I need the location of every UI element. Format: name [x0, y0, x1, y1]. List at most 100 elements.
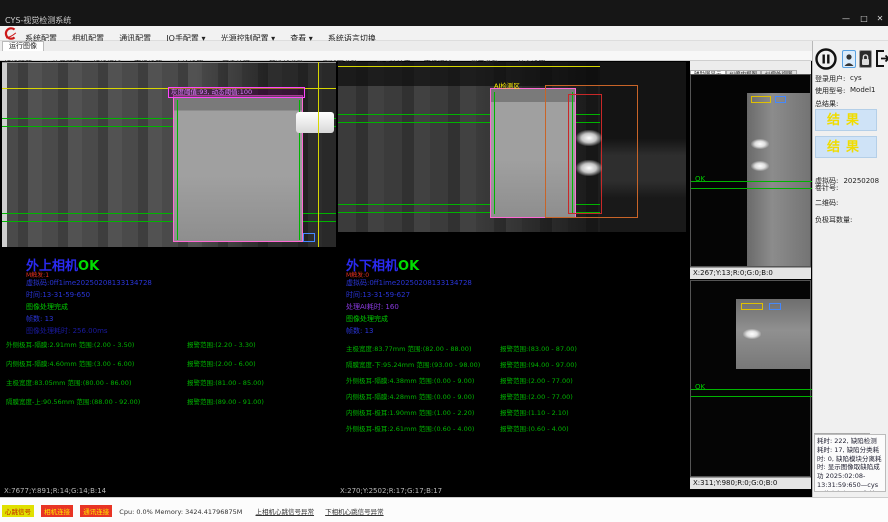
preview-view-2[interactable]: OK: [690, 280, 811, 477]
green-measure-line: [691, 389, 812, 390]
measurement-row: 内侧极耳-极耳:1.90mm 范围:(1.00 - 2.20): [346, 407, 474, 417]
measurement-row: 内侧极耳-隔膜:4.28mm 范围:(0.00 - 9.00): [346, 391, 474, 401]
info-tab-strip: 运行信息抛废信息辅助信息: [814, 424, 886, 434]
top-edge-line: [2, 62, 336, 63]
maximize-button[interactable]: □: [856, 13, 872, 25]
time-line: 时间:13-31-59-627: [346, 290, 410, 300]
heartbeat-status-badge: 心跳信号: [2, 505, 34, 517]
alarm-range: 报警范围:(2.00 - 6.00): [187, 358, 256, 368]
tag-marker-yellow: [751, 96, 771, 103]
pause-button[interactable]: [815, 48, 837, 70]
logout-icon: [875, 49, 888, 68]
green-edge-line: [177, 100, 178, 240]
glare-spot: [751, 139, 769, 149]
result-ok: OK: [398, 259, 419, 274]
pixel-coordinates-readout: X:267;Y:13;R:0;G:0;B:0: [690, 267, 811, 279]
green-measure-line: [691, 188, 812, 189]
ai-detect-rect-inner: [568, 94, 602, 214]
camera-image-lower[interactable]: AI检测区: [338, 62, 686, 232]
model-label: 使用型号:: [815, 86, 845, 96]
alarm-range: 报警范围:(89.00 - 91.00): [187, 396, 264, 406]
tab-run-image[interactable]: 运行图像: [2, 41, 44, 51]
frame-count-line: 帧数: 13: [26, 314, 54, 324]
upper-camera-heartbeat-status: 上相机心跳信号异常: [256, 508, 315, 516]
result-ok: OK: [78, 259, 99, 274]
preview-tab-strip: 辅助图显示纠偏内视图纠偏外视图: [690, 61, 811, 74]
battery-cell-region: [173, 95, 303, 242]
tag-marker-blue: [769, 303, 781, 310]
cpu-memory-readout: Cpu: 0.0% Memory: 3424.41796875M: [119, 508, 242, 516]
green-edge-line: [494, 92, 495, 214]
tool-bar: 相机配置 AI使用配置 相机调试 高级设置 点检设置 ▾ 图像处理 ▾ 基准线参…: [0, 51, 812, 61]
alarm-range: 报警范围:(0.60 - 4.00): [500, 423, 569, 433]
camera-view-lower[interactable]: AI检测区 外下相机OK M触发:0 虚拟码:0ff1ime2025020813…: [338, 62, 686, 497]
run-info-textbox[interactable]: 耗时: 222, 缺陷检测耗时: 17, 缺陷分类耗时: 0, 缺陷模块分离耗时…: [814, 434, 886, 492]
virtual-code-value: 20250208: [843, 177, 879, 185]
green-measure-line: [691, 396, 812, 397]
glare-spot: [576, 130, 602, 146]
yellow-boundary-line: [318, 62, 319, 247]
measurement-row: 隔膜宽度-上:90.56mm 范围:(88.00 - 92.00): [6, 396, 140, 406]
measurement-row: 隔膜宽度-下:95.24mm 范围:(93.00 - 98.00): [346, 359, 480, 369]
measurement-row: 主极宽度:83.05mm 范围:(80.00 - 86.00): [6, 377, 131, 387]
barcode-line: 虚拟码:0ff1ime20250208133134728: [26, 278, 152, 288]
window-title: CYS-视觉检测系统: [5, 15, 71, 26]
camera-image-upper[interactable]: 灰度阈值:93, 动态阈值:100: [2, 62, 336, 247]
gripper-part: [296, 112, 334, 133]
login-user-label: 登录用户:: [815, 74, 845, 84]
measurement-row: 外侧极耳-极耳:2.61mm 范围:(0.60 - 4.00): [346, 423, 474, 433]
tag-marker-blue: [775, 96, 786, 103]
total-result-label: 总结果:: [815, 99, 838, 109]
user-button[interactable]: [842, 50, 856, 68]
login-user-value: cys: [850, 74, 862, 82]
measurement-row: 主极宽度:83.77mm 范围:(82.00 - 88.00): [346, 343, 471, 353]
user-icon: [843, 52, 855, 68]
process-done-line: 图像处理完成: [346, 314, 388, 324]
green-measure-line: [691, 181, 812, 182]
time-line: 时间:13-31-59-650: [26, 290, 90, 300]
pixel-coordinates-readout: X:7677;Y:891;R:14;G:14;B:14: [4, 487, 106, 495]
preview-status: OK: [695, 383, 705, 391]
result-badge-lower: 结果: [815, 136, 877, 158]
measurement-row: 外侧极耳-隔膜:2.91mm 范围:(2.00 - 3.50): [6, 339, 134, 349]
alarm-range: 报警范围:(81.00 - 85.00): [187, 377, 264, 387]
lock-icon: [860, 52, 871, 68]
alarm-range: 报警范围:(1.10 - 2.10): [500, 407, 569, 417]
view-tab-strip: [0, 41, 812, 51]
camera-view-upper[interactable]: 灰度阈值:93, 动态阈值:100 外上相机OK M触发:1 虚拟码:0ff1i…: [2, 62, 336, 497]
status-bar: 心跳信号 相机连接 通讯连接 Cpu: 0.0% Memory: 3424.41…: [0, 497, 888, 522]
glare-spot: [751, 161, 769, 171]
result-badge-upper: 结果: [815, 109, 877, 131]
menu-bar: 系统配置 相机配置 通讯配置 IO手配置 ▾ 光源控制配置 ▾ 查看 ▾ 系统语…: [0, 26, 888, 41]
pixel-coordinates-readout: X:270;Y:2502;R:17;G:17;B:17: [340, 487, 442, 495]
alarm-range: 报警范围:(2.00 - 77.00): [500, 375, 573, 385]
close-button[interactable]: ✕: [872, 13, 888, 25]
glare-spot: [743, 329, 761, 339]
alarm-range: 报警范围:(94.00 - 97.00): [500, 359, 577, 369]
logout-button[interactable]: [875, 49, 888, 68]
app-window: CYS-视觉检测系统 — □ ✕ 系统配置 相机配置 通讯配置 IO手配置 ▾ …: [0, 0, 888, 522]
app-logo-icon: [3, 27, 17, 40]
process-done-line: 图像处理完成: [26, 302, 68, 312]
alarm-range: 报警范围:(2.00 - 77.00): [500, 391, 573, 401]
pixel-coordinates-readout: X:311;Y:980;R:0;G:0;B:0: [690, 477, 811, 489]
minimize-button[interactable]: —: [838, 13, 854, 25]
ai-time-line: 处理AI耗时: 160: [346, 302, 399, 312]
model-value: Model1: [850, 86, 875, 94]
qr-code-label: 二维码:: [815, 198, 838, 208]
alarm-range: 报警范围:(2.20 - 3.30): [187, 339, 256, 349]
measurement-row: 外侧极耳-隔膜:4.38mm 范围:(0.00 - 9.00): [346, 375, 474, 385]
camera-link-status-badge: 相机连接: [41, 505, 73, 517]
glare-spot: [576, 160, 602, 176]
lock-button[interactable]: [859, 50, 872, 68]
preview-view-1[interactable]: OK: [690, 74, 811, 267]
blue-marker-box: [303, 233, 315, 242]
process-time-line: 图像处理耗时: 256.00ms: [26, 326, 108, 336]
ai-zone-label: AI检测区: [494, 80, 520, 90]
title-bar: [0, 0, 888, 26]
frame-count-line: 帧数: 13: [346, 326, 374, 336]
threshold-label: 灰度阈值:93, 动态阈值:100: [168, 87, 305, 98]
image-edge-highlight: [2, 62, 7, 247]
alarm-range: 报警范围:(83.00 - 87.00): [500, 343, 577, 353]
barcode-line: 虚拟码:0ff1ime20250208133134728: [346, 278, 472, 288]
